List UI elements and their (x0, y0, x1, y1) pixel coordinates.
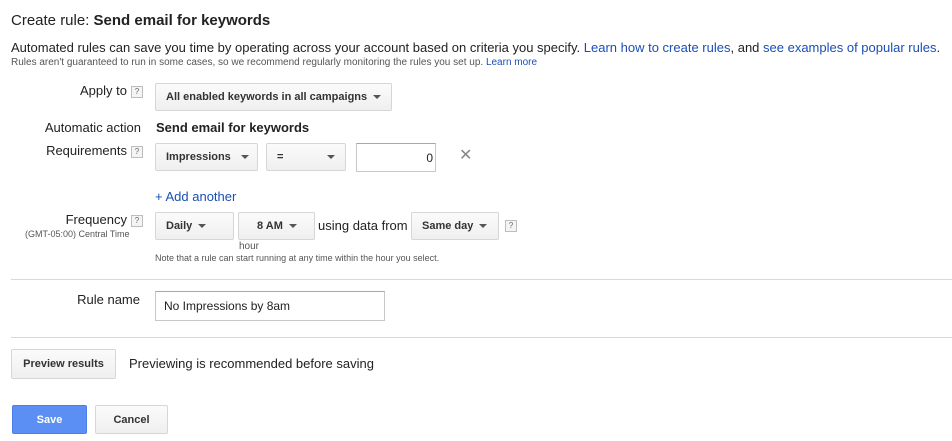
page-title-rule-name: Send email for keywords (93, 12, 271, 29)
rule-name-value: No Impressions by 8am (164, 299, 291, 313)
apply-to-help-icon[interactable]: ? (131, 85, 143, 98)
chevron-down-icon (198, 224, 207, 228)
data-range-help-icon[interactable]: ? (505, 220, 517, 232)
learn-more-link[interactable]: Learn more (486, 57, 537, 68)
automatic-action-label: Automatic action (44, 120, 141, 135)
frequency-help-icon[interactable]: ? (131, 214, 143, 227)
frequency-time-dropdown[interactable]: 8 AM (238, 212, 315, 240)
apply-to-dropdown[interactable]: All enabled keywords in all campaigns (155, 83, 392, 111)
remove-requirement-icon[interactable]: ✕ (459, 145, 472, 165)
chevron-down-icon (240, 155, 249, 159)
timezone-text: (GMT-05:00) Central Time (25, 229, 130, 239)
rule-name-label: Rule name (77, 292, 140, 307)
frequency-label: Frequency (65, 212, 127, 227)
add-another-link[interactable]: + Add another (155, 189, 236, 204)
notice: Rules aren't guaranteed to run in some c… (11, 57, 537, 68)
requirements-help-icon[interactable]: ? (131, 145, 143, 158)
description-middle: , and (730, 40, 764, 55)
description: Automated rules can save you time by ope… (11, 40, 940, 55)
operator-value: = (277, 151, 284, 163)
data-range-value: Same day (422, 220, 474, 232)
page-title-prefix: Create rule: (11, 12, 94, 29)
requirements-label: Requirements (46, 143, 127, 158)
using-data-text: using data from (318, 218, 408, 233)
chevron-down-icon (288, 224, 297, 228)
learn-how-link[interactable]: Learn how to create rules (584, 40, 731, 55)
description-end: . (936, 40, 941, 55)
frequency-label-row: Frequency? (20, 212, 143, 227)
divider (11, 337, 952, 338)
chevron-down-icon (479, 224, 488, 228)
requirement-value-input[interactable]: 0 (356, 143, 436, 172)
operator-dropdown[interactable]: = (266, 143, 346, 171)
rule-name-input[interactable]: No Impressions by 8am (155, 291, 385, 321)
apply-to-label-row: Apply to? (40, 83, 143, 98)
preview-results-button[interactable]: Preview results (11, 349, 116, 379)
chevron-down-icon (373, 95, 382, 99)
divider (11, 279, 952, 280)
notice-text: Rules aren't guaranteed to run in some c… (11, 57, 486, 68)
page-title: Create rule: Send email for keywords (11, 12, 270, 29)
cancel-button[interactable]: Cancel (95, 405, 168, 434)
frequency-period-dropdown[interactable]: Daily (155, 212, 234, 240)
description-text: Automated rules can save you time by ope… (11, 40, 584, 55)
data-range-dropdown[interactable]: Same day (411, 212, 499, 240)
preview-hint: Previewing is recommended before saving (129, 356, 374, 371)
frequency-time-value: 8 AM (257, 220, 283, 232)
apply-to-value: All enabled keywords in all campaigns (166, 91, 368, 103)
frequency-note: Note that a rule can start running at an… (155, 253, 440, 263)
automatic-action-value: Send email for keywords (156, 120, 310, 135)
frequency-period-value: Daily (166, 220, 193, 232)
requirement-value: 0 (426, 150, 433, 165)
hour-sublabel: hour (239, 241, 260, 252)
apply-to-label: Apply to (80, 83, 127, 98)
metric-dropdown[interactable]: Impressions (155, 143, 258, 171)
see-examples-link[interactable]: see examples of popular rules (763, 40, 936, 55)
metric-value: Impressions (166, 151, 231, 163)
requirements-label-row: Requirements? (20, 143, 143, 158)
chevron-down-icon (327, 155, 335, 159)
save-button[interactable]: Save (12, 405, 87, 434)
